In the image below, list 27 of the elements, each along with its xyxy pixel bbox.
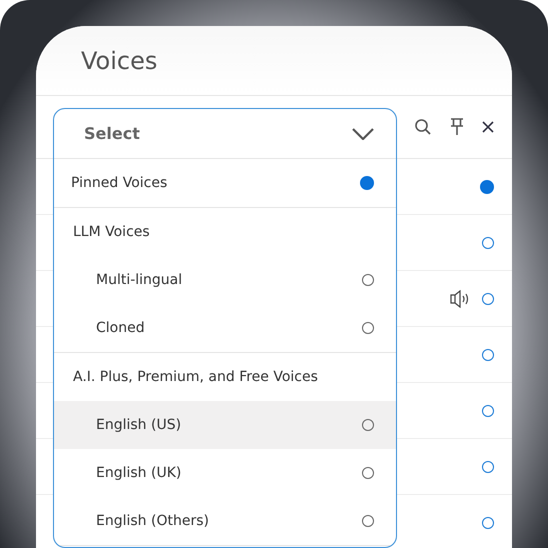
panel-title: Voices — [81, 46, 158, 74]
radio-button[interactable] — [482, 404, 494, 416]
radio-button[interactable] — [482, 236, 494, 248]
radio-button[interactable] — [362, 467, 374, 479]
radio-button[interactable] — [482, 516, 494, 528]
radio-button[interactable] — [482, 348, 494, 360]
dropdown-option[interactable]: English (Others) — [54, 497, 396, 545]
radio-button[interactable] — [362, 274, 374, 286]
dropdown-option[interactable]: Pinned Voices — [54, 159, 396, 208]
group-heading: A.I. Plus, Premium, and Free Voices — [73, 369, 318, 385]
search-icon[interactable] — [414, 118, 432, 136]
chevron-down-icon — [352, 128, 374, 140]
group-heading: LLM Voices — [73, 224, 150, 240]
dropdown-option[interactable]: English (UK) — [54, 449, 396, 497]
dropdown-option[interactable]: English (US) — [54, 401, 396, 449]
pin-icon[interactable] — [450, 118, 464, 136]
radio-button[interactable] — [480, 180, 494, 194]
radio-button[interactable] — [482, 292, 494, 304]
dropdown-option[interactable]: Multi-lingual — [54, 256, 396, 304]
radio-button[interactable] — [360, 176, 374, 190]
radio-button[interactable] — [362, 322, 374, 334]
dropdown-option[interactable]: Cloned — [54, 304, 396, 352]
radio-button[interactable] — [362, 419, 374, 431]
select-field[interactable]: Select — [54, 109, 396, 159]
radio-button[interactable] — [362, 515, 374, 527]
close-icon[interactable] — [482, 121, 494, 133]
radio-button[interactable] — [482, 460, 494, 472]
